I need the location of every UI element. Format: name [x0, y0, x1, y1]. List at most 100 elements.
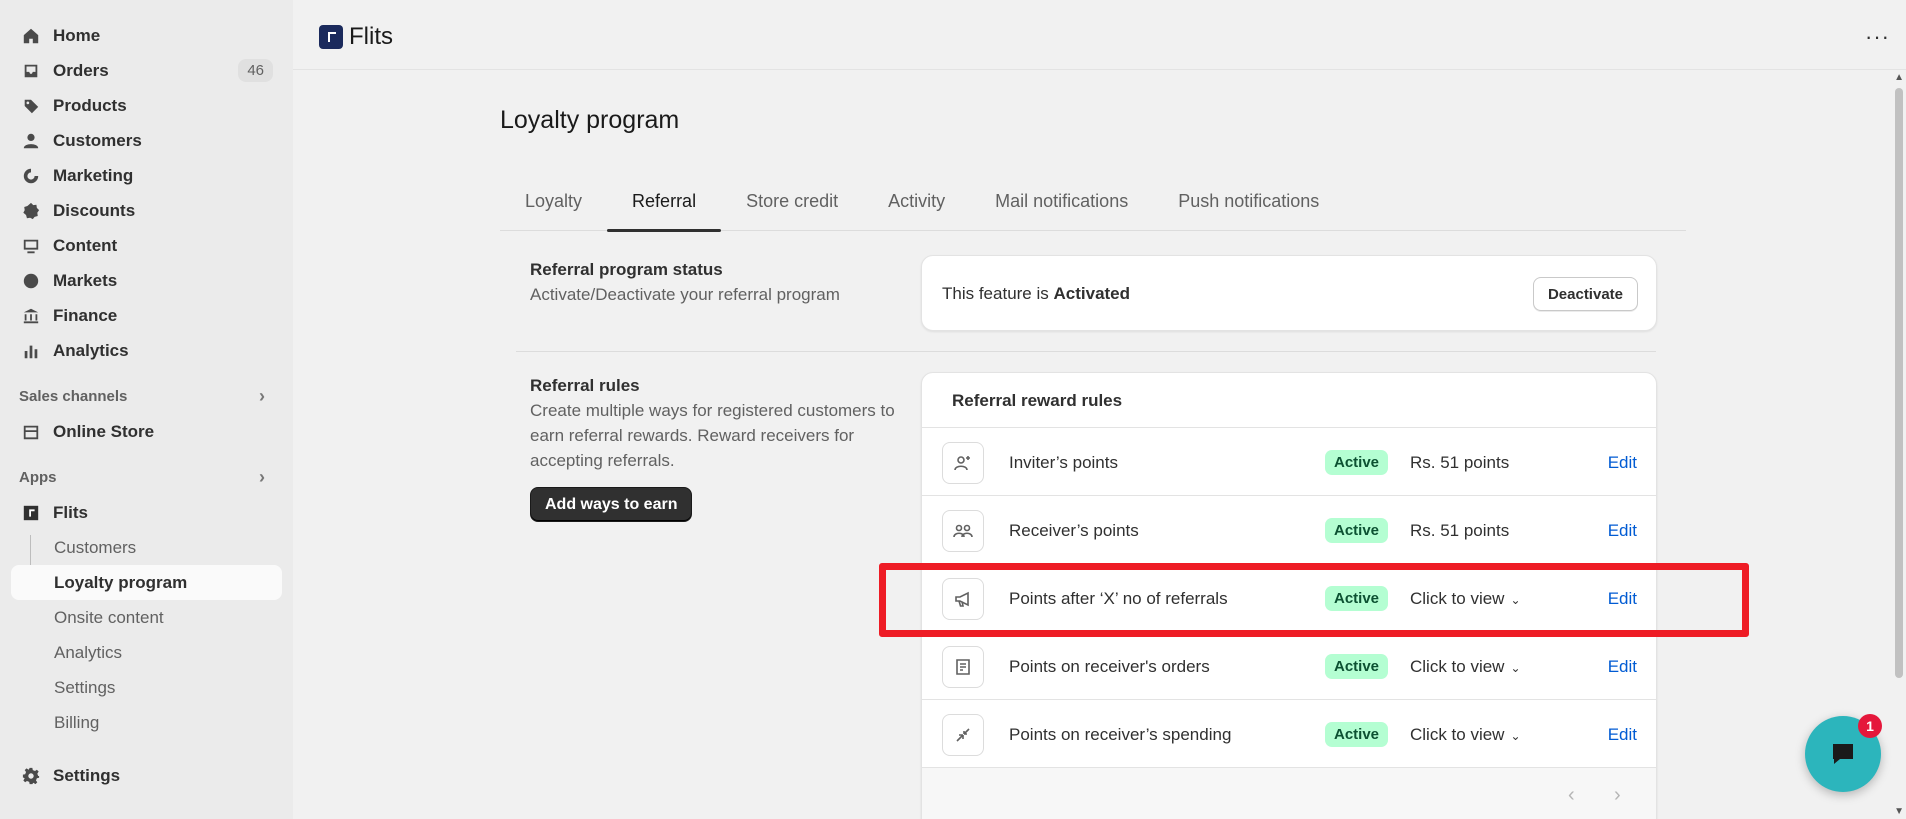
- sidebar: Home Orders 46 Products Customers Market…: [0, 0, 293, 819]
- status-badge: Active: [1325, 722, 1389, 747]
- chevron-right-icon[interactable]: ›: [1614, 784, 1621, 807]
- rule-row[interactable]: Receiver’s points Active Rs. 51 points E…: [922, 496, 1656, 564]
- feature-status-prefix: This feature is: [942, 284, 1054, 303]
- sub-nav-settings[interactable]: Settings: [0, 670, 293, 705]
- nav-label: Products: [53, 95, 127, 115]
- home-icon: [22, 27, 40, 45]
- nav-label: Flits: [53, 502, 88, 522]
- chevron-down-icon: ⌄: [1510, 729, 1521, 743]
- tag-icon: [22, 97, 40, 115]
- status-section-title: Referral program status: [530, 260, 723, 279]
- chevron-down-icon: ⌄: [1510, 661, 1521, 675]
- rule-row[interactable]: Points on receiver's orders Active Click…: [922, 632, 1656, 700]
- status-badge: Active: [1325, 654, 1389, 679]
- nav-label: Online Store: [53, 421, 155, 441]
- deactivate-button[interactable]: Deactivate: [1532, 277, 1638, 311]
- nav-online-store[interactable]: Online Store: [0, 414, 293, 449]
- bar-chart-icon: [22, 342, 40, 360]
- tab-push-notifications[interactable]: Push notifications: [1153, 180, 1344, 231]
- edit-link[interactable]: Edit: [1608, 453, 1637, 473]
- more-actions-icon[interactable]: ···: [1865, 24, 1890, 50]
- bank-icon: [22, 307, 40, 325]
- status-badge: Active: [1325, 450, 1389, 475]
- flits-app-icon: [22, 504, 40, 522]
- nav-customers[interactable]: Customers: [0, 123, 293, 158]
- people-icon: [942, 510, 984, 552]
- click-to-view-dropdown[interactable]: Click to view ⌄: [1410, 725, 1521, 745]
- sub-nav-billing[interactable]: Billing: [0, 705, 293, 740]
- rule-row[interactable]: Points on receiver’s spending Active Cli…: [922, 700, 1656, 768]
- nav-label: Orders: [53, 60, 109, 80]
- chat-icon: [1833, 744, 1853, 764]
- person-icon: [22, 132, 40, 150]
- rule-name: Inviter’s points: [1009, 453, 1118, 472]
- rule-name: Points on receiver's orders: [1009, 657, 1210, 676]
- sales-channels-header[interactable]: Sales channels ›: [0, 378, 293, 414]
- tab-bar: Loyalty Referral Store credit Activity M…: [500, 180, 1686, 232]
- nav-orders[interactable]: Orders 46: [0, 53, 293, 88]
- nav-label: Content: [53, 235, 118, 255]
- edit-link[interactable]: Edit: [1608, 521, 1637, 541]
- app-name: Flits: [349, 23, 393, 50]
- tab-loyalty[interactable]: Loyalty: [500, 180, 607, 231]
- spending-icon: [942, 714, 984, 756]
- gear-icon: [22, 767, 40, 785]
- chevron-left-icon[interactable]: ‹: [1568, 784, 1575, 807]
- nav-label: Discounts: [53, 200, 136, 220]
- app-header: Flits ···: [293, 0, 1906, 70]
- nav-marketing[interactable]: Marketing: [0, 158, 293, 193]
- nav-flits[interactable]: Flits: [0, 495, 293, 530]
- sub-nav-onsite-content[interactable]: Onsite content: [0, 600, 293, 635]
- nav-label: Marketing: [53, 165, 134, 185]
- scrollbar[interactable]: ▲ ▼: [1892, 70, 1906, 819]
- nav-label: Settings: [53, 765, 121, 785]
- nav-analytics[interactable]: Analytics: [0, 333, 293, 368]
- click-to-view-dropdown[interactable]: Click to view ⌄: [1410, 657, 1521, 677]
- tab-store-credit[interactable]: Store credit: [721, 180, 863, 231]
- sub-nav-customers[interactable]: Customers: [0, 530, 293, 565]
- apps-header[interactable]: Apps ›: [0, 459, 293, 495]
- nav-markets[interactable]: Markets: [0, 263, 293, 298]
- rule-name: Points on receiver’s spending: [1009, 725, 1232, 744]
- edit-link[interactable]: Edit: [1608, 657, 1637, 677]
- tab-activity[interactable]: Activity: [863, 180, 970, 231]
- status-section-description: Activate/Deactivate your referral progra…: [530, 285, 840, 304]
- rule-value: Rs. 51 points: [1410, 453, 1509, 473]
- orders-count-badge: 46: [238, 59, 273, 82]
- flits-logo-icon: [319, 25, 343, 49]
- globe-icon: [22, 272, 40, 290]
- scroll-up-icon[interactable]: ▲: [1894, 72, 1904, 83]
- discount-icon: [22, 202, 40, 220]
- scroll-down-icon[interactable]: ▼: [1894, 806, 1904, 817]
- nav-content[interactable]: Content: [0, 228, 293, 263]
- nav-discounts[interactable]: Discounts: [0, 193, 293, 228]
- tab-referral[interactable]: Referral: [607, 180, 722, 232]
- nav-label: Customers: [53, 130, 142, 150]
- nav-label: Analytics: [53, 340, 129, 360]
- edit-link[interactable]: Edit: [1608, 725, 1637, 745]
- content-icon: [22, 237, 40, 255]
- rule-value: Rs. 51 points: [1410, 521, 1509, 541]
- scroll-thumb[interactable]: [1895, 88, 1903, 678]
- nav-settings[interactable]: Settings: [0, 758, 293, 793]
- nav-label: Finance: [53, 305, 118, 325]
- add-ways-to-earn-button[interactable]: Add ways to earn: [530, 487, 693, 522]
- tab-mail-notifications[interactable]: Mail notifications: [970, 180, 1153, 231]
- feature-status-value: Activated: [1053, 284, 1131, 303]
- nav-finance[interactable]: Finance: [0, 298, 293, 333]
- rule-row[interactable]: Inviter’s points Active Rs. 51 points Ed…: [922, 428, 1656, 496]
- status-badge: Active: [1325, 518, 1389, 543]
- rule-name: Receiver’s points: [1009, 521, 1139, 540]
- sub-nav-loyalty-program[interactable]: Loyalty program: [11, 565, 282, 600]
- sales-channels-label: Sales channels: [19, 387, 128, 405]
- nav-home[interactable]: Home: [0, 18, 293, 53]
- highlight-box: [879, 563, 1749, 637]
- sub-nav-analytics[interactable]: Analytics: [0, 635, 293, 670]
- rules-section-title: Referral rules: [530, 376, 640, 395]
- order-icon: [942, 646, 984, 688]
- rules-card-title: Referral reward rules: [922, 373, 1656, 428]
- section-divider: [516, 351, 1656, 352]
- feature-status-text: This feature is Activated: [942, 284, 1130, 304]
- store-icon: [22, 423, 40, 441]
- nav-products[interactable]: Products: [0, 88, 293, 123]
